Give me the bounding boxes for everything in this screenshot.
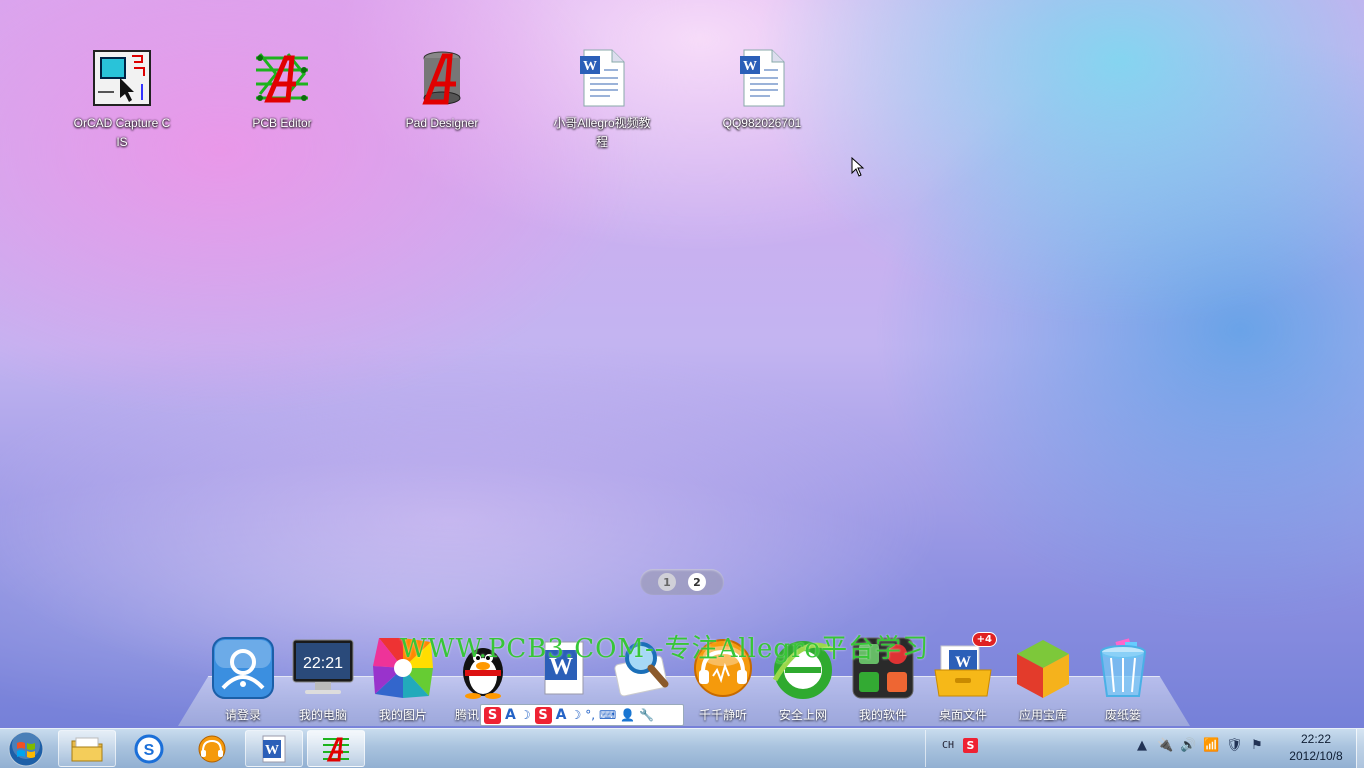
system-tray: ▲ 🔌 🔊 📶 🛡 ⚑ xyxy=(1134,738,1265,754)
taskbar-sogou[interactable]: S xyxy=(120,730,178,767)
sogou-icon: S xyxy=(134,734,164,763)
desktop-icon-orcad[interactable]: OrCAD Capture CIS xyxy=(72,48,172,152)
windows-logo-icon xyxy=(8,731,44,767)
word-document-icon: W xyxy=(732,48,792,108)
taskbar-explorer[interactable] xyxy=(58,730,116,767)
dock-item-app-store[interactable]: 应用宝库 xyxy=(1003,636,1083,722)
dock-item-my-computer[interactable]: 22:21 我的电脑 xyxy=(283,636,363,722)
watermark-text: WWW.PCB3.COM--专注Allegro平台学习 xyxy=(400,634,930,664)
desktop-icon-label: Pad Designer xyxy=(405,116,479,130)
desktop-icon-label: OrCAD Capture CIS xyxy=(73,116,171,149)
svg-text:W: W xyxy=(265,743,279,758)
user-login-icon xyxy=(211,636,275,700)
dock-label: 废纸篓 xyxy=(1104,708,1141,722)
clock-time: 22:22 xyxy=(1300,732,1332,746)
desktop-icon-label: PCB Editor xyxy=(252,116,312,130)
show-hidden-icons-chevron-icon[interactable]: ▲ xyxy=(1134,738,1150,754)
dock-label: 桌面文件 xyxy=(938,708,987,722)
svg-text:W: W xyxy=(955,654,971,671)
power-plug-icon[interactable]: 🔌 xyxy=(1157,738,1173,754)
dock-item-login[interactable]: 请登录 xyxy=(203,636,283,722)
network-signal-icon[interactable]: 📶 xyxy=(1203,738,1219,754)
pcb-editor-icon xyxy=(323,737,349,761)
recycle-bin-icon xyxy=(1091,636,1155,700)
svg-text:W: W xyxy=(743,59,757,74)
desktop-icon-pcb-editor[interactable]: PCB Editor xyxy=(232,48,332,133)
svg-text:W: W xyxy=(583,59,597,74)
desktop-icon-label: QQ982026701 xyxy=(722,116,802,130)
desktop-pager: 1 2 xyxy=(640,569,724,595)
user-icon[interactable]: 👤 xyxy=(620,708,635,722)
taskbar-clock[interactable]: 22:22 2012/10/8 xyxy=(1280,731,1352,765)
taskbar-pcb-editor[interactable] xyxy=(307,730,365,767)
moon-icon[interactable]: ☽ xyxy=(520,708,531,722)
dock-label: 应用宝库 xyxy=(1018,708,1067,722)
wrench-icon[interactable]: 🔧 xyxy=(639,708,654,722)
page-dot-2[interactable]: 2 xyxy=(688,573,706,591)
notification-badge: +4 xyxy=(971,632,997,647)
ime-mode-letter[interactable]: A xyxy=(505,707,516,723)
file-explorer-icon xyxy=(71,737,103,761)
start-button[interactable] xyxy=(6,731,46,767)
taskbar-word[interactable]: W xyxy=(245,730,303,767)
tray-ime-logo[interactable]: S xyxy=(963,738,978,753)
action-center-flag-icon[interactable]: ⚑ xyxy=(1249,738,1265,754)
desktop-icon-allegro-tutorial[interactable]: W 小哥Allegro视频教程 xyxy=(552,48,652,152)
dock-label: 安全上网 xyxy=(778,708,827,722)
word-icon: W xyxy=(262,735,286,762)
dock-label: 千千静听 xyxy=(698,708,747,722)
security-shield-icon[interactable]: 🛡 xyxy=(1226,738,1243,754)
punctuation-icon[interactable]: °, xyxy=(585,708,595,722)
monitor-screen-time: 22:21 xyxy=(303,655,343,672)
desktop-files-icon: W +4 xyxy=(931,632,997,700)
dock-item-recycle-bin[interactable]: 废纸篓 xyxy=(1083,636,1163,722)
desktop-icon-qq-doc[interactable]: W QQ982026701 xyxy=(712,48,812,133)
tray-divider xyxy=(925,730,926,767)
dock-item-desktop-files[interactable]: W +4 桌面文件 xyxy=(923,632,1003,722)
ttplayer-icon xyxy=(198,735,226,762)
language-indicator[interactable]: CH xyxy=(942,740,954,751)
show-desktop-button[interactable] xyxy=(1356,729,1364,768)
ime-logo[interactable]: S xyxy=(484,706,501,724)
dock-label: 我的软件 xyxy=(858,708,907,722)
app-cube-icon xyxy=(1011,636,1075,700)
moon-icon[interactable]: ☽ xyxy=(570,708,581,722)
clock-date: 2012/10/8 xyxy=(1289,749,1343,763)
desktop-icon-label: 小哥Allegro视频教程 xyxy=(553,116,651,149)
dock-label: 请登录 xyxy=(224,708,261,722)
dock-label: 我的图片 xyxy=(378,708,427,722)
mouse-cursor-icon xyxy=(851,156,865,181)
orcad-capture-icon xyxy=(92,48,152,108)
ime-toolbar[interactable]: S A ☽ S A ☽ °, ⌨ 👤 🔧 xyxy=(480,704,684,726)
keyboard-icon[interactable]: ⌨ xyxy=(599,708,616,722)
ime-logo[interactable]: S xyxy=(534,706,552,724)
pad-designer-icon xyxy=(412,48,472,108)
volume-icon[interactable]: 🔊 xyxy=(1180,738,1196,754)
taskbar-ttplayer[interactable] xyxy=(183,730,241,767)
ime-mode-letter[interactable]: A xyxy=(556,707,567,723)
desktop-icon-pad-designer[interactable]: Pad Designer xyxy=(392,48,492,133)
word-document-icon: W xyxy=(572,48,632,108)
monitor-icon: 22:21 xyxy=(291,636,355,700)
pcb-editor-icon xyxy=(252,48,312,108)
dock-label: 我的电脑 xyxy=(298,708,347,722)
page-dot-1[interactable]: 1 xyxy=(658,573,676,591)
svg-text:S: S xyxy=(144,742,155,759)
